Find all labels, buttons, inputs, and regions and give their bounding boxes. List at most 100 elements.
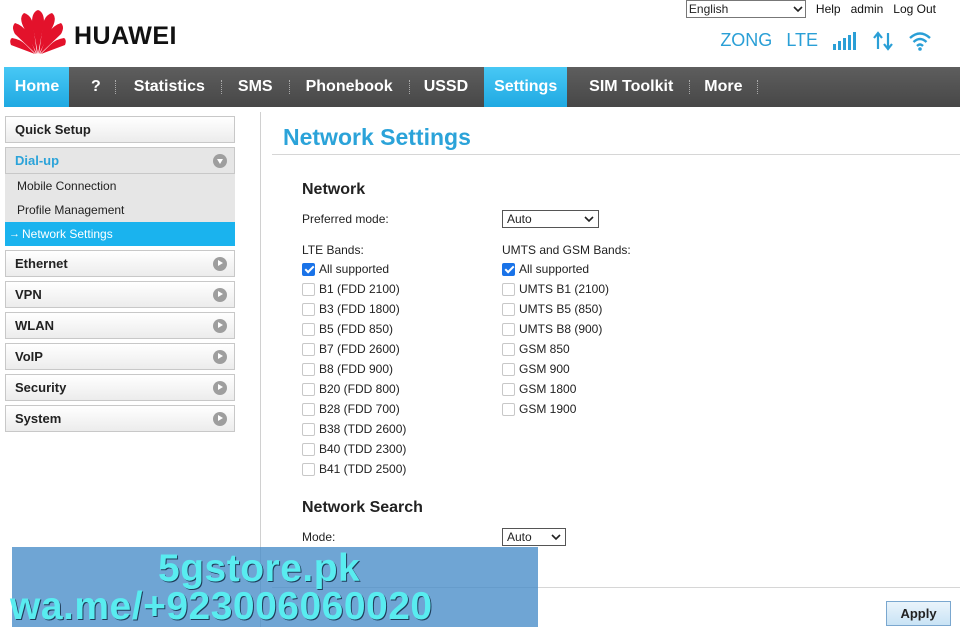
lte-band-option[interactable]: B8 (FDD 900) xyxy=(302,361,393,377)
title-divider xyxy=(272,154,960,155)
checkbox[interactable] xyxy=(502,382,515,396)
chevron-right-icon xyxy=(213,318,227,333)
umts-band-option[interactable]: GSM 1900 xyxy=(502,401,576,417)
sidebar: Quick Setup Dial-up Mobile Connection Pr… xyxy=(5,116,235,436)
lte-band-label: B3 (FDD 1800) xyxy=(319,302,400,316)
checkbox[interactable] xyxy=(302,402,315,416)
sidebar-item-voip[interactable]: VoIP xyxy=(5,343,235,370)
help-link[interactable]: Help xyxy=(816,2,841,16)
umts-band-label: All supported xyxy=(519,262,590,276)
lte-band-option[interactable]: B5 (FDD 850) xyxy=(302,321,393,337)
checkbox[interactable] xyxy=(302,422,315,436)
checkbox[interactable] xyxy=(302,302,315,316)
checkbox[interactable] xyxy=(502,342,515,356)
checkbox[interactable] xyxy=(302,322,315,336)
checkbox[interactable] xyxy=(502,262,515,276)
nav-settings[interactable]: Settings xyxy=(484,67,568,107)
checkbox[interactable] xyxy=(302,462,315,476)
lte-band-label: B5 (FDD 850) xyxy=(319,322,394,336)
sidebar-item-dialup[interactable]: Dial-up xyxy=(5,147,235,174)
chevron-right-icon xyxy=(213,380,227,395)
lte-band-option[interactable]: B40 (TDD 2300) xyxy=(302,441,406,457)
preferred-mode-label: Preferred mode: xyxy=(302,212,389,226)
umts-band-option[interactable]: UMTS B8 (900) xyxy=(502,321,602,337)
checkbox[interactable] xyxy=(502,282,515,296)
sidebar-item-label: Security xyxy=(15,380,67,395)
sidebar-subitem-profile-management[interactable]: Profile Management xyxy=(5,198,235,222)
nav-ussd[interactable]: USSD xyxy=(410,67,484,107)
nav-sms[interactable]: SMS xyxy=(222,67,289,107)
checkbox[interactable] xyxy=(302,382,315,396)
sidebar-item-label: VoIP xyxy=(15,349,43,364)
umts-band-option[interactable]: All supported xyxy=(502,261,589,277)
lte-band-label: B7 (FDD 2600) xyxy=(319,342,400,356)
sidebar-subitem-label: Network Settings xyxy=(22,227,113,241)
sidebar-item-vpn[interactable]: VPN xyxy=(5,281,235,308)
checkbox[interactable] xyxy=(502,362,515,376)
lte-band-label: B20 (FDD 800) xyxy=(319,382,400,396)
lte-band-option[interactable]: B41 (TDD 2500) xyxy=(302,461,406,477)
nav-more[interactable]: More xyxy=(690,67,756,107)
sidebar-item-system[interactable]: System xyxy=(5,405,235,432)
chevron-down-icon xyxy=(793,6,803,13)
chevron-right-icon xyxy=(213,287,227,302)
chevron-right-icon xyxy=(213,349,227,364)
checkbox[interactable] xyxy=(302,262,315,276)
checkbox[interactable] xyxy=(302,362,315,376)
data-transfer-icon xyxy=(873,30,893,51)
arrow-right-icon: → xyxy=(9,228,20,240)
sidebar-item-label: Dial-up xyxy=(15,153,60,168)
chevron-down-icon xyxy=(213,153,227,168)
checkbox[interactable] xyxy=(502,322,515,336)
nav-separator xyxy=(756,80,758,94)
sidebar-item-wlan[interactable]: WLAN xyxy=(5,312,235,339)
sidebar-item-quick-setup[interactable]: Quick Setup xyxy=(5,116,235,143)
apply-button[interactable]: Apply xyxy=(886,601,951,626)
umts-band-option[interactable]: GSM 1800 xyxy=(502,381,576,397)
checkbox[interactable] xyxy=(502,402,515,416)
search-mode-select[interactable]: Auto xyxy=(502,528,566,546)
nav-help[interactable]: ? xyxy=(69,67,115,107)
umts-band-option[interactable]: GSM 850 xyxy=(502,341,570,357)
sidebar-subitem-network-settings[interactable]: → Network Settings xyxy=(5,222,235,246)
sidebar-subitem-mobile-connection[interactable]: Mobile Connection xyxy=(5,174,235,198)
checkbox[interactable] xyxy=(302,342,315,356)
checkbox[interactable] xyxy=(302,282,315,296)
admin-link[interactable]: admin xyxy=(851,2,884,16)
umts-band-label: GSM 850 xyxy=(519,342,570,356)
network-heading: Network xyxy=(302,181,366,198)
umts-band-option[interactable]: UMTS B5 (850) xyxy=(502,301,602,317)
sidebar-item-label: System xyxy=(15,411,62,426)
status-bar: ZONG LTE xyxy=(720,30,932,51)
lte-band-label: B28 (FDD 700) xyxy=(319,402,400,416)
lte-band-option[interactable]: B20 (FDD 800) xyxy=(302,381,400,397)
lte-band-option[interactable]: B1 (FDD 2100) xyxy=(302,281,400,297)
page-title: Network Settings xyxy=(283,124,471,150)
logout-link[interactable]: Log Out xyxy=(893,2,936,16)
checkbox[interactable] xyxy=(502,302,515,316)
umts-band-label: GSM 1800 xyxy=(519,382,577,396)
language-select[interactable]: English xyxy=(685,0,806,18)
umts-band-option[interactable]: UMTS B1 (2100) xyxy=(502,281,609,297)
chevron-right-icon xyxy=(213,256,227,271)
lte-band-option[interactable]: B28 (FDD 700) xyxy=(302,401,400,417)
nav-home[interactable]: Home xyxy=(4,67,69,107)
search-mode-label: Mode: xyxy=(302,530,336,544)
dialup-submenu: Mobile Connection Profile Management → N… xyxy=(5,174,235,246)
lte-band-option[interactable]: B38 (TDD 2600) xyxy=(302,421,406,437)
checkbox[interactable] xyxy=(302,442,315,456)
sidebar-item-security[interactable]: Security xyxy=(5,374,235,401)
sidebar-item-ethernet[interactable]: Ethernet xyxy=(5,250,235,277)
nav-statistics[interactable]: Statistics xyxy=(116,67,221,107)
preferred-mode-select[interactable]: Auto xyxy=(502,210,599,228)
nav-sim-toolkit[interactable]: SIM Toolkit xyxy=(567,67,689,107)
lte-band-option[interactable]: All supported xyxy=(302,261,389,277)
lte-band-label: B1 (FDD 2100) xyxy=(319,282,400,296)
sidebar-item-label: Quick Setup xyxy=(15,122,91,137)
umts-band-option[interactable]: GSM 900 xyxy=(502,361,570,377)
lte-band-option[interactable]: B3 (FDD 1800) xyxy=(302,301,400,317)
lte-band-option[interactable]: B7 (FDD 2600) xyxy=(302,341,400,357)
nav-phonebook[interactable]: Phonebook xyxy=(290,67,409,107)
network-search-heading: Network Search xyxy=(302,499,423,516)
network-type: LTE xyxy=(786,30,818,50)
